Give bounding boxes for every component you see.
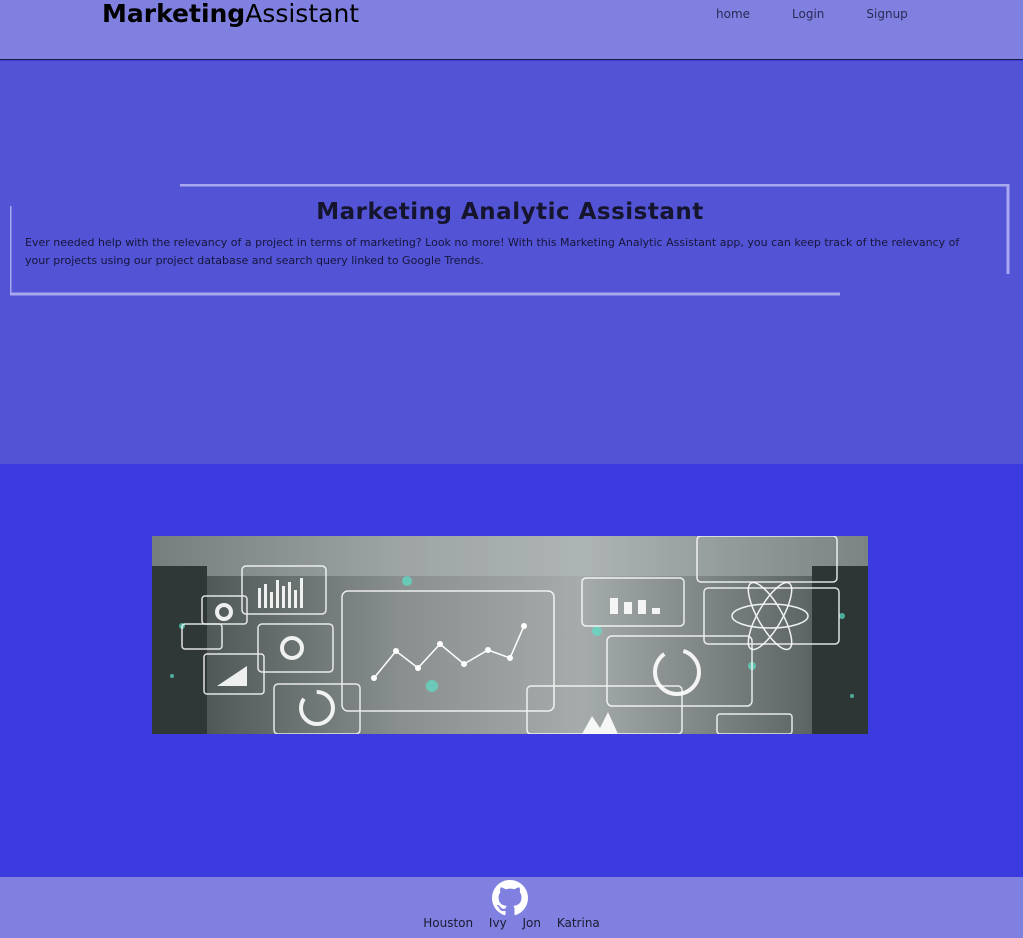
footer-link-katrina[interactable]: Katrina bbox=[557, 916, 600, 930]
footer-link-jon[interactable]: Jon bbox=[523, 916, 542, 930]
nav-login-link[interactable]: Login bbox=[792, 7, 824, 21]
nav-home-link[interactable]: home bbox=[716, 7, 750, 21]
footer-link-houston[interactable]: Houston bbox=[423, 916, 473, 930]
analytics-banner-image bbox=[152, 536, 868, 734]
footer-links: Houston Ivy Jon Katrina bbox=[0, 916, 1023, 930]
footer: Houston Ivy Jon Katrina bbox=[0, 877, 1023, 938]
brand-bold-text: Marketing bbox=[102, 0, 246, 28]
nav-links: home Login Signup bbox=[716, 7, 950, 21]
nav-signup-link[interactable]: Signup bbox=[866, 7, 907, 21]
analytics-dashboard-hologram-image bbox=[152, 536, 868, 734]
github-icon bbox=[492, 880, 528, 916]
navbar: MarketingAssistant home Login Signup bbox=[0, 0, 1023, 60]
hero-card: Marketing Analytic Assistant Ever needed… bbox=[10, 184, 1010, 296]
footer-link-ivy[interactable]: Ivy bbox=[489, 916, 507, 930]
hero-section: Marketing Analytic Assistant Ever needed… bbox=[0, 61, 1023, 464]
brand-logo[interactable]: MarketingAssistant bbox=[102, 0, 359, 28]
main-content bbox=[0, 464, 1023, 877]
hero-title: Marketing Analytic Assistant bbox=[316, 199, 704, 225]
brand-light-text: Assistant bbox=[245, 0, 360, 28]
hero-description: Ever needed help with the relevancy of a… bbox=[25, 236, 960, 267]
